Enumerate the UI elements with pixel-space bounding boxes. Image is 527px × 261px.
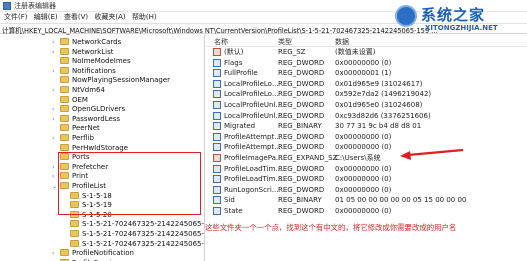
subkeys-highlight-box xyxy=(58,152,201,215)
watermark-title: 系统之家 xyxy=(421,6,486,24)
instruction-annotation: 这些文件夹一个一个点，找到这个有中文的，将它修改成你需要改成的用户名 xyxy=(205,223,457,232)
watermark-logo-icon xyxy=(395,5,417,27)
site-watermark: 系统之家 XITONGZHIJIA.NET xyxy=(395,2,527,36)
watermark-url: XITONGZHIJIA.NET xyxy=(425,24,498,32)
